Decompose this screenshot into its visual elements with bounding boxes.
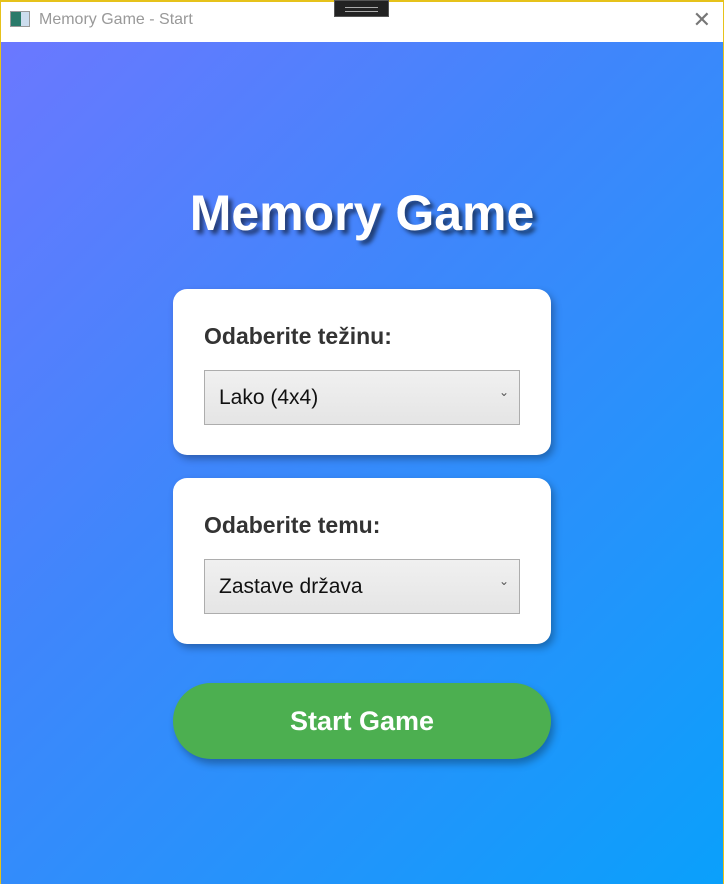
theme-label: Odaberite temu: xyxy=(204,512,381,538)
app-icon xyxy=(10,11,30,27)
close-icon[interactable]: ✕ xyxy=(693,8,711,33)
theme-card: Odaberite temu: Zastave država ⌄ xyxy=(173,478,551,644)
difficulty-value: Lako (4x4) xyxy=(219,386,319,409)
difficulty-card: Odaberite težinu: Lako (4x4) ⌄ xyxy=(173,289,551,455)
theme-select[interactable]: Zastave država ⌄ xyxy=(204,559,520,614)
theme-value: Zastave država xyxy=(219,575,363,598)
app-window: Memory Game - Start ✕ Memory Game Odaber… xyxy=(0,0,724,884)
window-title: Memory Game - Start xyxy=(39,11,193,28)
title-bar[interactable]: Memory Game - Start ✕ xyxy=(1,0,723,42)
difficulty-label: Odaberite težinu: xyxy=(204,323,392,349)
start-game-button[interactable]: Start Game xyxy=(173,683,551,759)
difficulty-select[interactable]: Lako (4x4) ⌄ xyxy=(204,370,520,425)
main-content: Memory Game Odaberite težinu: Lako (4x4)… xyxy=(1,42,723,884)
chevron-down-icon: ⌄ xyxy=(498,574,509,588)
chevron-down-icon: ⌄ xyxy=(498,385,509,399)
page-title: Memory Game xyxy=(189,185,535,241)
drag-handle[interactable] xyxy=(334,0,389,17)
